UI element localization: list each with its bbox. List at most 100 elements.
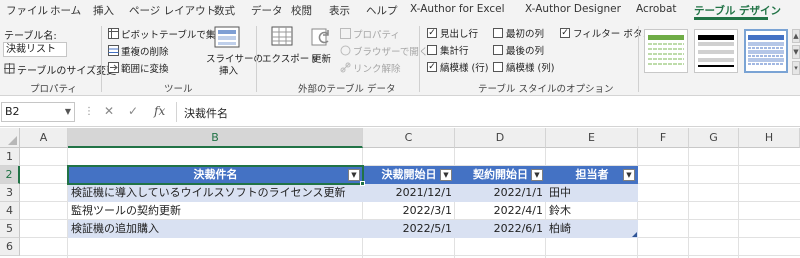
tab-review[interactable]: 校閲 [291,3,312,18]
table-cell[interactable]: 検証機に導入しているウイルスソフトのライセンス更新 [68,184,363,202]
resize-table-icon [4,63,15,74]
more-icon: ⋮ [84,106,94,117]
fill-handle[interactable] [360,181,365,186]
table-cell[interactable]: 2022/4/1 [455,202,546,220]
total-row-checkbox[interactable] [427,45,437,55]
row-header-4[interactable]: 4 [0,202,20,220]
column-header-d[interactable]: D [455,128,546,148]
external-properties-button[interactable]: プロパティ [353,27,400,41]
tab-acrobat[interactable]: Acrobat [636,3,677,15]
tab-file[interactable]: ファイル [6,3,48,18]
gallery-more[interactable]: ▾ [792,61,800,75]
slicer-label-2[interactable]: 挿入 [219,63,238,77]
banded-columns-label: 縞模様 (列) [506,63,555,74]
group-separator [419,26,420,92]
tab-insert[interactable]: 挿入 [93,3,114,18]
formula-input[interactable]: 決裁件名 [184,105,228,121]
select-all-button[interactable] [0,128,20,148]
column-header-c[interactable]: C [363,128,455,148]
insert-function-icon[interactable]: fx [154,104,165,118]
convert-to-range-icon [108,62,119,73]
filter-dropdown-icon[interactable]: ▼ [531,169,543,181]
group-separator [256,26,257,92]
header-approval-start: 決裁開始日 [381,168,437,181]
table-style-green[interactable] [644,29,688,73]
tab-page-layout[interactable]: ページ レイアウト [129,3,216,18]
enter-icon[interactable]: ✓ [128,104,138,118]
pivot-table-icon [108,28,119,39]
tab-data[interactable]: データ [251,3,283,18]
tab-home[interactable]: ホーム [50,3,81,18]
column-header-a[interactable]: A [20,128,68,148]
table-cell[interactable]: 2021/12/1 [363,184,455,202]
pivot-summary-button[interactable]: ピボットテーブルで集計 [121,27,225,41]
column-header-b[interactable]: B [68,128,363,148]
formula-bar: B2 ▼ ⋮ ✕ ✓ fx 決裁件名 [0,97,800,127]
filter-button-checkbox[interactable] [560,28,570,38]
row-header-6[interactable]: 6 [0,238,20,256]
slicer-icon [214,26,240,48]
banded-columns-checkbox[interactable] [493,62,503,72]
table-style-black[interactable] [694,29,738,73]
refresh-button[interactable]: 更新 [312,51,331,65]
tab-view[interactable]: 表示 [329,3,350,18]
table-cell[interactable]: 2022/1/1 [455,184,546,202]
last-column-checkbox[interactable] [493,45,503,55]
tab-x-author-designer[interactable]: X-Author Designer [525,3,621,15]
cancel-icon[interactable]: ✕ [104,104,114,118]
table-cell[interactable]: 監視ツールの契約更新 [68,202,363,220]
filter-button-label: フィルター ボタン [573,29,652,40]
name-box-value: B2 [5,105,20,118]
name-box[interactable]: B2 ▼ [1,102,75,122]
tab-help[interactable]: ヘルプ [366,3,398,18]
table-cell[interactable]: 2022/5/1 [363,220,455,238]
filter-dropdown-icon[interactable]: ▼ [440,169,452,181]
tab-x-author-excel[interactable]: X-Author for Excel [410,3,505,15]
chevron-down-icon[interactable]: ▼ [65,103,71,121]
spreadsheet-grid[interactable]: A B C D E F G H 1 2 3 4 5 6 決裁件名 ▼ 決裁開始日… [0,128,800,258]
group-separator [638,26,639,92]
column-header-e[interactable]: E [546,128,638,148]
row-header-2[interactable]: 2 [0,166,20,184]
column-header-g[interactable]: G [689,128,739,148]
gallery-scroll-up[interactable]: ▲ [792,29,800,43]
unlink-button[interactable]: リンク解除 [353,61,401,75]
table-cell[interactable]: 2022/6/1 [455,220,546,238]
first-column-checkbox[interactable] [493,28,503,38]
ribbon-tab-bar: ファイル ホーム 挿入 ページ レイアウト 数式 データ 校閲 表示 ヘルプ X… [0,0,800,20]
total-row-label: 集計行 [440,46,469,57]
external-data-group-label: 外部のテーブル データ [298,84,396,95]
column-header-f[interactable]: F [638,128,689,148]
table-cell[interactable]: 鈴木 [546,202,638,220]
remove-duplicates-icon [108,45,119,56]
tab-table-design[interactable]: テーブル デザイン [694,3,781,18]
table-name-input[interactable]: 決裁リスト [3,42,67,57]
filter-dropdown-icon[interactable]: ▼ [623,169,635,181]
open-in-browser-button[interactable]: ブラウザーで開く [353,44,428,58]
gallery-scroll-down[interactable]: ▼ [792,45,800,59]
ribbon: テーブル名: 決裁リスト テーブルのサイズ変更 プロパティ ピボットテーブルで集… [0,20,800,96]
tab-formulas[interactable]: 数式 [214,3,235,18]
table-cell[interactable]: 田中 [546,184,638,202]
table-cell[interactable]: 検証機の追加購入 [68,220,363,238]
table-resize-handle[interactable] [632,232,637,237]
convert-to-range-button[interactable]: 範囲に変換 [121,61,169,75]
header-row-checkbox[interactable] [427,28,437,38]
table-cell[interactable]: 2022/3/1 [363,202,455,220]
column-header-h[interactable]: H [739,128,800,148]
header-row-label: 見出し行 [440,29,479,40]
gridline [20,255,800,256]
remove-duplicates-button[interactable]: 重複の削除 [121,44,169,58]
formula-bar-separator [176,102,177,122]
tools-group-label: ツール [164,84,193,95]
row-header-1[interactable]: 1 [0,148,20,166]
table-style-blue-selected[interactable] [744,29,788,73]
table-cell[interactable]: 柏崎 [546,220,638,238]
unlink-icon [340,62,351,73]
properties-group-label: プロパティ [30,84,77,95]
table-name-label: テーブル名: [4,31,57,42]
banded-rows-checkbox[interactable] [427,62,437,72]
row-header-3[interactable]: 3 [0,184,20,202]
row-header-5[interactable]: 5 [0,220,20,238]
export-button[interactable]: エクスポート [262,51,319,65]
